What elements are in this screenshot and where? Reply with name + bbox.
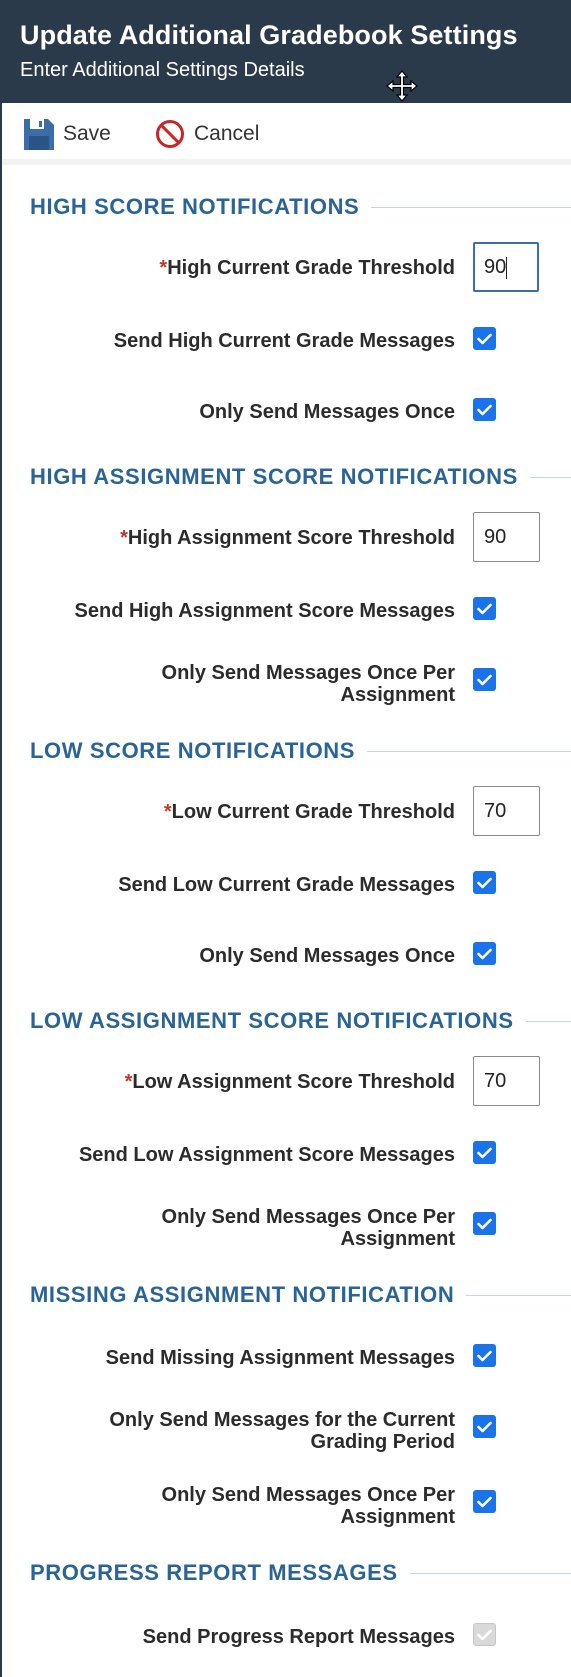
checkmark-icon xyxy=(477,1350,492,1361)
section-title: MISSING ASSIGNMENT NOTIFICATION xyxy=(30,1282,455,1307)
section-divider xyxy=(529,476,571,478)
section-divider xyxy=(466,1294,571,1296)
low-assignment-threshold-label: *Low Assignment Score Threshold xyxy=(124,1071,455,1093)
section-title: PROGRESS REPORT MESSAGES xyxy=(30,1560,398,1585)
save-button[interactable]: Save xyxy=(24,117,111,151)
save-label: Save xyxy=(63,122,111,145)
section-title: HIGH ASSIGNMENT SCORE NOTIFICATIONS xyxy=(30,464,518,489)
send-low-assignment-label: Send Low Assignment Score Messages xyxy=(78,1144,455,1166)
send-low-grade-checkbox[interactable] xyxy=(473,871,496,894)
high-assignment-once-label: Only Send Messages Once Per Assignment xyxy=(161,662,455,706)
checkmark-icon xyxy=(477,948,492,959)
section-low-assignment: LOW ASSIGNMENT SCORE NOTIFICATIONS xyxy=(30,1006,571,1036)
low-assignment-once-checkbox[interactable] xyxy=(473,1212,496,1235)
missing-period-checkbox[interactable] xyxy=(473,1415,496,1438)
section-title: HIGH SCORE NOTIFICATIONS xyxy=(30,194,360,219)
high-assignment-threshold-label: *High Assignment Score Threshold xyxy=(120,527,455,549)
toolbar: Save Cancel xyxy=(2,103,571,165)
dialog-header: Update Additional Gradebook Settings Ent… xyxy=(0,0,571,103)
section-low-score: LOW SCORE NOTIFICATIONS xyxy=(30,736,571,766)
missing-period-label: Only Send Messages for the Current Gradin… xyxy=(109,1409,455,1453)
checkmark-icon xyxy=(477,1147,492,1158)
send-missing-checkbox[interactable] xyxy=(473,1344,496,1367)
cancel-label: Cancel xyxy=(194,122,260,145)
high-grade-once-label: Only Send Messages Once xyxy=(199,401,455,423)
low-grade-once-label: Only Send Messages Once xyxy=(199,945,455,967)
required-marker: * xyxy=(120,527,128,549)
low-assignment-once-label: Only Send Messages Once Per Assignment xyxy=(161,1206,455,1250)
send-high-assignment-label: Send High Assignment Score Messages xyxy=(74,600,455,622)
checkmark-icon xyxy=(477,333,492,344)
high-grade-once-checkbox[interactable] xyxy=(473,398,496,421)
checkmark-icon xyxy=(477,674,492,685)
move-icon[interactable] xyxy=(386,70,418,102)
low-grade-threshold-input[interactable]: 70 xyxy=(473,786,540,836)
checkmark-icon xyxy=(477,404,492,415)
checkmark-icon xyxy=(477,603,492,614)
section-high-score: HIGH SCORE NOTIFICATIONS xyxy=(30,192,571,222)
section-high-assignment: HIGH ASSIGNMENT SCORE NOTIFICATIONS xyxy=(30,462,571,492)
checkmark-icon xyxy=(477,1421,492,1432)
section-progress-report: PROGRESS REPORT MESSAGES xyxy=(30,1558,571,1588)
send-low-grade-label: Send Low Current Grade Messages xyxy=(118,874,455,896)
high-assignment-once-checkbox[interactable] xyxy=(473,668,496,691)
dialog-title: Update Additional Gradebook Settings xyxy=(20,20,518,50)
send-high-grade-checkbox[interactable] xyxy=(473,327,496,350)
floppy-disk-icon xyxy=(24,118,54,150)
low-grade-once-checkbox[interactable] xyxy=(473,942,496,965)
section-title: LOW SCORE NOTIFICATIONS xyxy=(30,738,356,763)
low-assignment-threshold-input[interactable]: 70 xyxy=(473,1056,540,1106)
low-grade-threshold-label: *Low Current Grade Threshold xyxy=(163,801,455,823)
send-progress-checkbox[interactable] xyxy=(473,1623,496,1646)
send-high-assignment-checkbox[interactable] xyxy=(473,597,496,620)
missing-once-label: Only Send Messages Once Per Assignment xyxy=(161,1484,455,1528)
send-progress-label: Send Progress Report Messages xyxy=(142,1626,455,1648)
checkmark-icon xyxy=(477,1218,492,1229)
checkmark-icon xyxy=(477,1496,492,1507)
section-title: LOW ASSIGNMENT SCORE NOTIFICATIONS xyxy=(30,1008,514,1033)
checkmark-icon xyxy=(477,1629,492,1640)
high-grade-threshold-input[interactable]: 90 xyxy=(473,242,539,292)
section-divider xyxy=(367,750,571,752)
section-divider xyxy=(409,1572,571,1574)
section-missing-assignment: MISSING ASSIGNMENT NOTIFICATION xyxy=(30,1280,571,1310)
dialog-subtitle: Enter Additional Settings Details xyxy=(20,59,305,81)
send-low-assignment-checkbox[interactable] xyxy=(473,1141,496,1164)
cancel-button[interactable]: Cancel xyxy=(155,117,259,151)
send-high-grade-label: Send High Current Grade Messages xyxy=(113,330,455,352)
prohibited-icon xyxy=(156,120,184,148)
high-assignment-threshold-input[interactable]: 90 xyxy=(473,512,540,562)
send-missing-label: Send Missing Assignment Messages xyxy=(105,1347,455,1369)
checkmark-icon xyxy=(477,877,492,888)
dialog-left-border xyxy=(0,103,2,1677)
required-marker: * xyxy=(163,801,172,823)
high-grade-threshold-label: *High Current Grade Threshold xyxy=(159,257,455,279)
missing-once-checkbox[interactable] xyxy=(473,1490,496,1513)
section-divider xyxy=(371,206,571,208)
section-divider xyxy=(525,1020,571,1022)
